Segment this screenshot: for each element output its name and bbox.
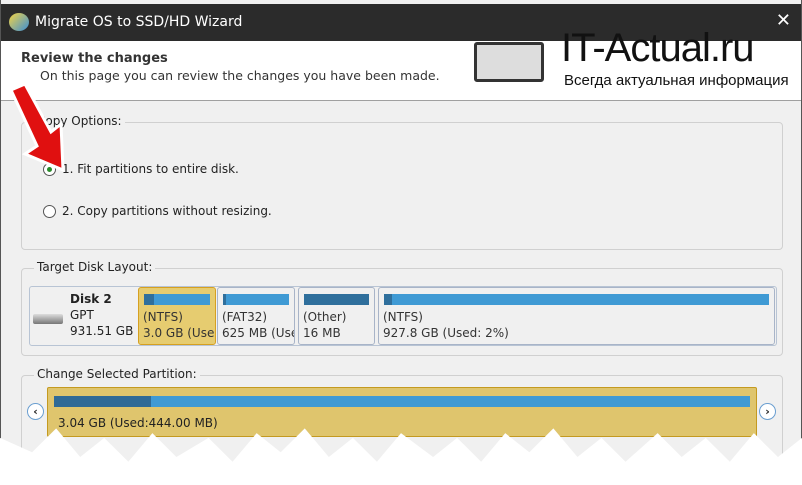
- partition-fs: (NTFS): [383, 310, 423, 324]
- partition-size: 16 MB: [303, 326, 341, 340]
- target-disk-layout-legend: Target Disk Layout:: [34, 260, 156, 274]
- watermark-title: IT-Actual.ru: [561, 26, 755, 70]
- partition-usage-bar: [144, 294, 210, 305]
- radio-label: 2. Copy partitions without resizing.: [62, 204, 272, 218]
- radio-label: 1. Fit partitions to entire disk.: [62, 162, 239, 176]
- disk-size: 931.51 GB: [70, 324, 134, 338]
- radio-unchecked-icon[interactable]: [43, 204, 56, 218]
- watermark-logo: IT-Actual.ru Всегда актуальная информаци…: [456, 26, 791, 93]
- partition-block[interactable]: (FAT32) 625 MB (Use: [217, 287, 295, 345]
- red-arrow-icon: [8, 82, 65, 172]
- disk-type: GPT: [70, 308, 94, 322]
- wizard-window: Migrate OS to SSD/HD Wizard ✕ Review the…: [0, 0, 802, 462]
- partition-size: 3.0 GB (Used: [143, 326, 216, 340]
- wizard-app-icon: [9, 13, 29, 31]
- partition-block[interactable]: (NTFS) 927.8 GB (Used: 2%): [378, 287, 775, 345]
- hard-disk-icon: [33, 314, 63, 324]
- devices-icon: [474, 42, 544, 82]
- partition-fs: (Other): [303, 310, 347, 324]
- scroll-right-button[interactable]: ›: [759, 403, 776, 420]
- watermark-tagline: Всегда актуальная информация: [564, 72, 789, 89]
- partition-size: 927.8 GB (Used: 2%): [383, 326, 509, 340]
- selected-partition-bar[interactable]: 3.04 GB (Used:444.00 MB): [47, 387, 757, 437]
- partition-fs: (FAT32): [222, 310, 268, 324]
- partition-usage-bar: [54, 396, 750, 407]
- disk-name: Disk 2: [70, 292, 112, 306]
- radio-copy-without-resize[interactable]: 2. Copy partitions without resizing.: [43, 204, 272, 218]
- change-partition-legend: Change Selected Partition:: [34, 367, 200, 381]
- page-subtitle: On this page you can review the changes …: [40, 68, 440, 83]
- partition-block[interactable]: (Other) 16 MB: [298, 287, 375, 345]
- scroll-left-button[interactable]: ‹: [27, 403, 44, 420]
- partition-usage-bar: [304, 294, 369, 305]
- partition-size: 625 MB (Use: [222, 326, 295, 340]
- partition-block[interactable]: (NTFS) 3.0 GB (Used: [138, 287, 216, 345]
- selected-partition-size: 3.04 GB (Used:444.00 MB): [58, 416, 218, 430]
- partition-usage-bar: [223, 294, 289, 305]
- partition-usage-bar: [384, 294, 769, 305]
- page-title: Review the changes: [21, 51, 168, 66]
- window-title: Migrate OS to SSD/HD Wizard: [35, 14, 243, 30]
- copy-options-group: Copy Options:: [21, 114, 783, 250]
- partition-fs: (NTFS): [143, 310, 183, 324]
